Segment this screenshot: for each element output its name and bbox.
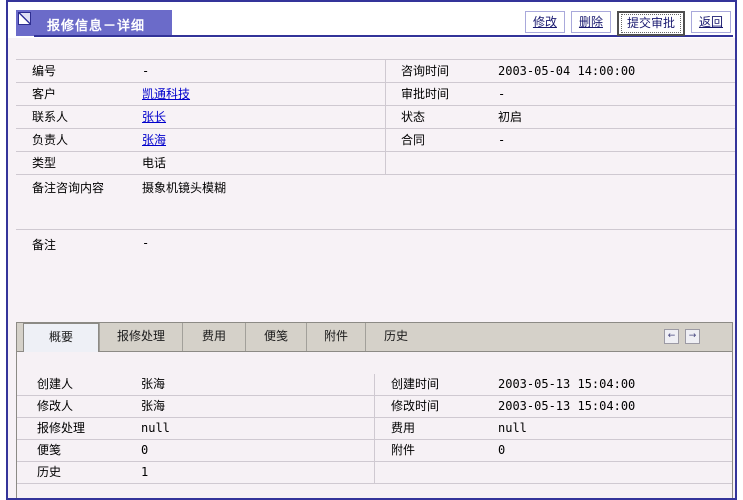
summary-label-history: 历史 bbox=[17, 462, 141, 483]
field-label-contract: 合同 bbox=[385, 129, 498, 151]
field-value-customer: 凯通科技 bbox=[142, 83, 385, 105]
field-label-status: 状态 bbox=[385, 106, 498, 128]
summary-label-creator: 创建人 bbox=[17, 374, 141, 395]
field-value-type: 电话 bbox=[142, 152, 385, 174]
tab-cost[interactable]: 费用 bbox=[182, 323, 245, 351]
summary-value-modifier: 张海 bbox=[141, 396, 374, 417]
form-row-remark: 备注 - bbox=[16, 230, 737, 290]
summary-value-creator: 张海 bbox=[141, 374, 374, 395]
summary-panel: 创建人 张海 创建时间 2003-05-13 15:04:00 修改人 张海 修… bbox=[17, 374, 732, 484]
field-label-number: 编号 bbox=[16, 60, 142, 82]
tab-summary[interactable]: 概要 bbox=[23, 323, 99, 352]
field-label-remark-content: 备注咨询内容 bbox=[16, 179, 142, 229]
summary-value-note: 0 bbox=[141, 440, 374, 461]
summary-value-history: 1 bbox=[141, 462, 374, 483]
field-label-approval-time: 审批时间 bbox=[385, 83, 498, 105]
summary-label-attachment: 附件 bbox=[374, 440, 498, 461]
page-title: 报修信息－详细 bbox=[47, 15, 145, 34]
summary-label-repair-handling: 报修处理 bbox=[17, 418, 141, 439]
field-value-consult-time: 2003-05-04 14:00:00 bbox=[498, 60, 737, 82]
field-label-consult-time: 咨询时间 bbox=[385, 60, 498, 82]
summary-label-cost: 费用 bbox=[374, 418, 498, 439]
field-label-type: 类型 bbox=[16, 152, 142, 174]
field-label-empty bbox=[385, 152, 498, 174]
contact-link[interactable]: 张长 bbox=[142, 110, 166, 124]
field-value-approval-time: - bbox=[498, 83, 737, 105]
summary-value-empty bbox=[498, 462, 732, 483]
field-value-status: 初启 bbox=[498, 106, 737, 128]
arrow-right-icon: → bbox=[689, 331, 697, 341]
customer-link[interactable]: 凯通科技 bbox=[142, 87, 190, 101]
field-value-owner: 张海 bbox=[142, 129, 385, 151]
tab-repair-handling[interactable]: 报修处理 bbox=[99, 323, 182, 351]
toolbar: 修改 删除 提交审批 返回 bbox=[525, 11, 731, 36]
content-area: 编号 - 咨询时间 2003-05-04 14:00:00 客户 凯通科技 审批… bbox=[8, 38, 735, 498]
detail-form: 编号 - 咨询时间 2003-05-04 14:00:00 客户 凯通科技 审批… bbox=[16, 59, 737, 290]
tab-attachment[interactable]: 附件 bbox=[306, 323, 365, 351]
field-label-remark: 备注 bbox=[16, 236, 142, 290]
field-value-remark-content: 摄象机镜头模糊 bbox=[142, 179, 737, 229]
header: 报修信息－详细 修改 删除 提交审批 返回 bbox=[8, 2, 735, 38]
field-value-number: - bbox=[142, 60, 385, 82]
summary-label-empty bbox=[374, 462, 498, 483]
tab-note[interactable]: 便笺 bbox=[245, 323, 306, 351]
form-row-remark-content: 备注咨询内容 摄象机镜头模糊 bbox=[16, 175, 737, 230]
summary-value-attachment: 0 bbox=[498, 440, 732, 461]
tab-scroll-right-button[interactable]: → bbox=[685, 329, 700, 344]
field-value-contact: 张长 bbox=[142, 106, 385, 128]
tab-scroll-left-button[interactable]: ← bbox=[664, 329, 679, 344]
field-value-empty bbox=[498, 152, 737, 174]
page-corner-icon bbox=[18, 12, 31, 25]
summary-label-note: 便笺 bbox=[17, 440, 141, 461]
field-label-customer: 客户 bbox=[16, 83, 142, 105]
summary-label-created-time: 创建时间 bbox=[374, 374, 498, 395]
field-label-owner: 负责人 bbox=[16, 129, 142, 151]
arrow-left-icon: ← bbox=[668, 331, 676, 341]
summary-value-cost: null bbox=[498, 418, 732, 439]
delete-button[interactable]: 删除 bbox=[571, 11, 611, 33]
summary-row: 报修处理 null 费用 null bbox=[17, 418, 732, 440]
summary-value-modified-time: 2003-05-13 15:04:00 bbox=[498, 396, 732, 417]
summary-row: 创建人 张海 创建时间 2003-05-13 15:04:00 bbox=[17, 374, 732, 396]
form-row: 负责人 张海 合同 - bbox=[16, 129, 737, 152]
title-bar: 报修信息－详细 bbox=[16, 10, 172, 36]
tab-strip: 概要 报修处理 费用 便笺 附件 历史 ← → bbox=[17, 323, 732, 352]
field-value-remark: - bbox=[142, 236, 737, 290]
detail-page: 报修信息－详细 修改 删除 提交审批 返回 编号 - 咨询时间 2003-05-… bbox=[6, 0, 737, 500]
summary-row: 便笺 0 附件 0 bbox=[17, 440, 732, 462]
summary-label-modifier: 修改人 bbox=[17, 396, 141, 417]
tab-history[interactable]: 历史 bbox=[365, 323, 426, 351]
summary-row: 修改人 张海 修改时间 2003-05-13 15:04:00 bbox=[17, 396, 732, 418]
summary-label-modified-time: 修改时间 bbox=[374, 396, 498, 417]
summary-row: 历史 1 bbox=[17, 462, 732, 484]
owner-link[interactable]: 张海 bbox=[142, 133, 166, 147]
form-row: 类型 电话 bbox=[16, 152, 737, 175]
form-row: 客户 凯通科技 审批时间 - bbox=[16, 83, 737, 106]
tab-panel: 概要 报修处理 费用 便笺 附件 历史 ← → 创建人 张海 创建时间 2003… bbox=[16, 322, 733, 500]
modify-button[interactable]: 修改 bbox=[525, 11, 565, 33]
summary-value-created-time: 2003-05-13 15:04:00 bbox=[498, 374, 732, 395]
field-label-contact: 联系人 bbox=[16, 106, 142, 128]
form-row: 联系人 张长 状态 初启 bbox=[16, 106, 737, 129]
back-button[interactable]: 返回 bbox=[691, 11, 731, 33]
form-row: 编号 - 咨询时间 2003-05-04 14:00:00 bbox=[16, 60, 737, 83]
summary-value-repair-handling: null bbox=[141, 418, 374, 439]
submit-approval-button[interactable]: 提交审批 bbox=[617, 11, 685, 36]
field-value-contract: - bbox=[498, 129, 737, 151]
submit-approval-label: 提交审批 bbox=[621, 14, 681, 33]
summary-rows: 创建人 张海 创建时间 2003-05-13 15:04:00 修改人 张海 修… bbox=[17, 374, 732, 484]
